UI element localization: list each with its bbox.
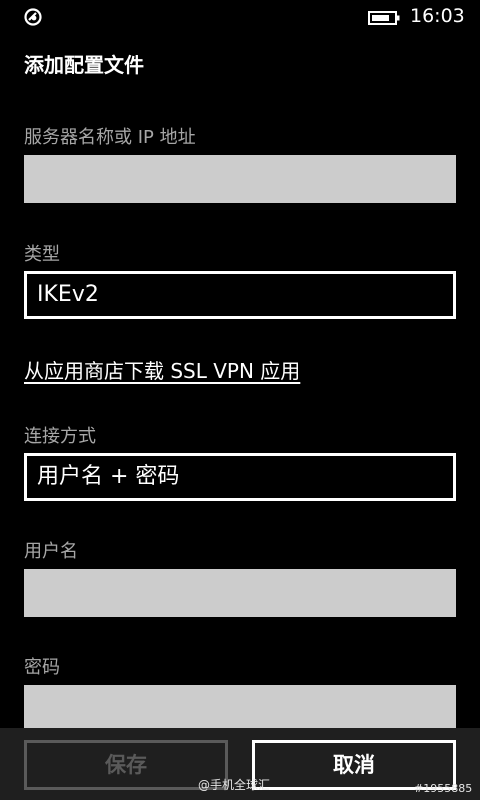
type-picker-value: IKEv2 (37, 282, 99, 307)
password-input[interactable] (24, 685, 456, 728)
server-label: 服务器名称或 IP 地址 (24, 127, 196, 148)
vpn-shield-icon (24, 8, 42, 26)
watermark-text: @手机全球汇 (198, 778, 271, 792)
server-input[interactable] (24, 155, 456, 203)
status-bar: 16:03 (0, 0, 480, 34)
watermark-id: #1955885 (414, 782, 473, 795)
page-title: 添加配置文件 (24, 53, 144, 77)
connect-method-value: 用户名 + 密码 (37, 464, 180, 489)
password-label: 密码 (24, 657, 60, 678)
username-label: 用户名 (24, 541, 78, 562)
status-time: 16:03 (410, 5, 465, 27)
username-input[interactable] (24, 569, 456, 617)
type-picker[interactable]: IKEv2 (24, 271, 456, 319)
type-label: 类型 (24, 244, 60, 265)
connect-method-picker[interactable]: 用户名 + 密码 (24, 453, 456, 501)
battery-icon (368, 11, 400, 25)
store-download-link[interactable]: 从应用商店下载 SSL VPN 应用 (24, 355, 300, 384)
connect-label: 连接方式 (24, 426, 96, 447)
